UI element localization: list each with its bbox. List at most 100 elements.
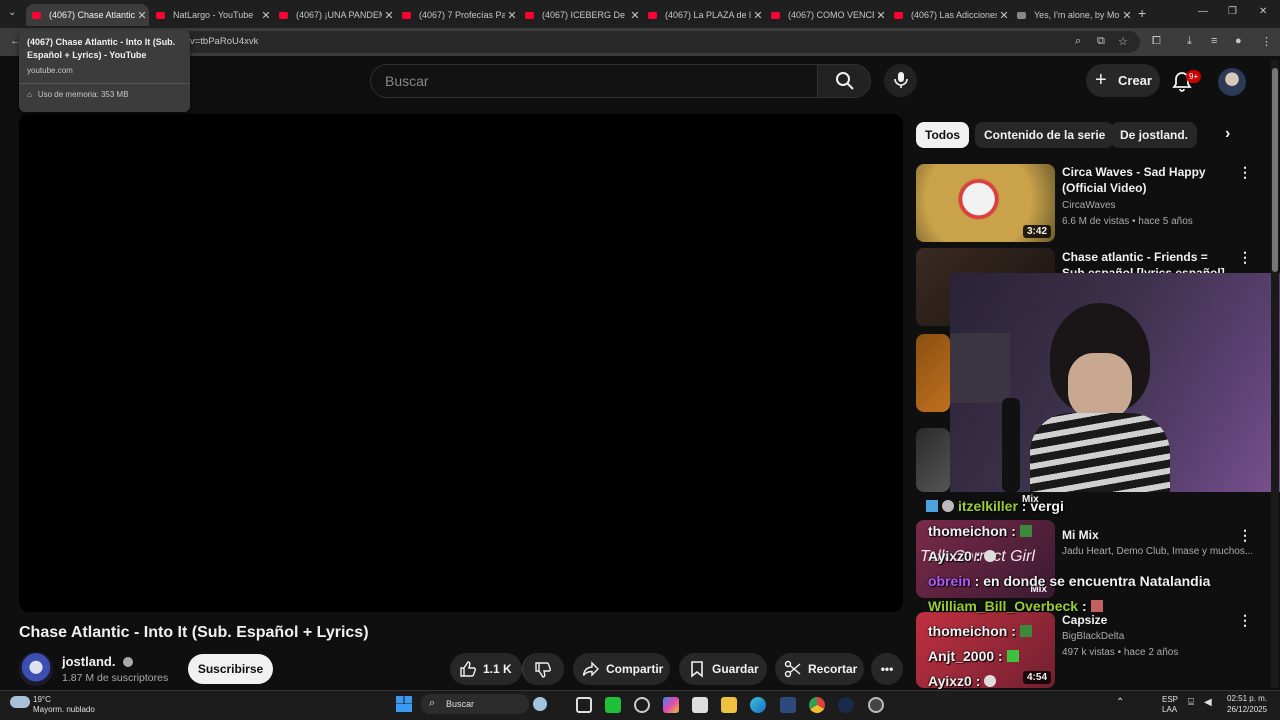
tab-profecias[interactable]: (4067) 7 Profecías Para ✕ bbox=[396, 4, 519, 26]
windows-start-icon[interactable] bbox=[396, 696, 412, 712]
green-app-icon[interactable] bbox=[605, 697, 621, 713]
channel-name[interactable]: jostland. bbox=[62, 654, 134, 669]
copilot-icon[interactable] bbox=[663, 697, 679, 713]
tab-search-chevron-icon[interactable]: ⌄ bbox=[8, 7, 16, 18]
recommendation-thumbnail[interactable] bbox=[916, 428, 950, 492]
browser-menu-icon[interactable]: ⋮ bbox=[1261, 35, 1272, 48]
weather-temperature[interactable]: 19°C bbox=[33, 695, 51, 704]
more-vertical-icon[interactable]: ⋮ bbox=[1238, 527, 1252, 544]
emote-icon bbox=[984, 675, 997, 687]
share-button[interactable]: Compartir bbox=[573, 653, 670, 685]
chips-next-chevron-icon[interactable]: › bbox=[1225, 125, 1230, 143]
taskbar-search-box[interactable]: ⌕ Buscar bbox=[421, 694, 547, 714]
youtube-favicon-icon bbox=[525, 11, 534, 19]
obs-recording-icon[interactable] bbox=[868, 697, 884, 713]
tab-yes-im-alone[interactable]: Yes, I'm alone, by Mo ✕ bbox=[1011, 4, 1134, 26]
create-button[interactable]: + Crear bbox=[1086, 64, 1160, 97]
more-actions-button[interactable]: ••• bbox=[871, 653, 903, 685]
like-button[interactable]: 1.1 K bbox=[450, 653, 522, 685]
voice-search-button[interactable] bbox=[884, 64, 917, 97]
recommendation-title[interactable]: Mi Mix bbox=[1062, 527, 1232, 543]
volume-icon[interactable]: ◀ bbox=[1204, 697, 1212, 708]
store-icon[interactable] bbox=[692, 697, 708, 713]
close-tab-icon[interactable]: ✕ bbox=[997, 9, 1011, 22]
tab-plaza[interactable]: (4067) La PLAZA de l ✕ bbox=[642, 4, 765, 26]
clock-time[interactable]: 02:51 p. m. bbox=[1227, 694, 1267, 703]
keyboard-layout[interactable]: LAA bbox=[1162, 705, 1177, 714]
page-scrollbar-thumb[interactable] bbox=[1272, 68, 1278, 272]
tab-iceberg[interactable]: (4067) ICEBERG De C ✕ bbox=[519, 4, 642, 26]
minimize-window-icon[interactable]: — bbox=[1198, 6, 1208, 17]
new-tab-button[interactable]: + bbox=[1138, 5, 1146, 21]
close-tab-icon[interactable]: ✕ bbox=[874, 9, 888, 22]
downloads-icon[interactable]: ⤓ bbox=[1187, 35, 1192, 48]
tab-adicciones[interactable]: (4067) Las Adicciones ✕ bbox=[888, 4, 1011, 26]
install-app-icon[interactable]: ⧉ bbox=[1097, 35, 1105, 48]
chip-todos[interactable]: Todos bbox=[916, 122, 970, 148]
tab-como-vence[interactable]: (4067) COMO VENCE ✕ bbox=[765, 4, 888, 26]
more-vertical-icon[interactable]: ⋮ bbox=[1238, 164, 1252, 181]
emote-icon bbox=[1006, 650, 1019, 662]
verified-badge-icon bbox=[123, 657, 134, 667]
close-tab-icon[interactable]: ✕ bbox=[135, 9, 149, 22]
search-input[interactable] bbox=[385, 73, 785, 89]
close-tab-icon[interactable]: ✕ bbox=[628, 9, 642, 22]
restore-window-icon[interactable]: ❐ bbox=[1228, 6, 1237, 17]
recommendation-channel[interactable]: BigBlackDelta bbox=[1062, 629, 1124, 645]
tray-overflow-chevron-icon[interactable]: ⌃ bbox=[1116, 697, 1124, 708]
weather-cloud-icon[interactable] bbox=[10, 696, 30, 708]
chrome-icon[interactable] bbox=[809, 697, 825, 713]
bookmark-star-icon[interactable]: ☆ bbox=[1118, 35, 1128, 48]
search-box[interactable] bbox=[370, 64, 818, 98]
file-explorer-icon[interactable] bbox=[721, 697, 737, 713]
clip-button[interactable]: Recortar bbox=[775, 653, 864, 685]
weather-description[interactable]: Mayorm. nublado bbox=[33, 705, 95, 714]
chip-series-content[interactable]: Contenido de la serie bbox=[975, 122, 1115, 148]
recommendation-title[interactable]: Circa Waves - Sad Happy (Official Video) bbox=[1062, 164, 1232, 196]
bookmark-icon bbox=[691, 661, 703, 678]
more-vertical-icon[interactable]: ⋮ bbox=[1238, 612, 1252, 629]
recommendation-title[interactable]: Chase atlantic - Friends = Sub español [… bbox=[1062, 249, 1232, 273]
user-avatar[interactable] bbox=[1218, 68, 1246, 96]
dislike-button[interactable] bbox=[522, 653, 564, 685]
search-button[interactable] bbox=[817, 64, 871, 98]
search-icon bbox=[836, 72, 854, 90]
zoom-icon[interactable]: ⌕ bbox=[1075, 35, 1081, 48]
xbox-icon[interactable] bbox=[634, 697, 650, 713]
clock-date[interactable]: 26/12/2025 bbox=[1227, 705, 1267, 714]
steam-icon[interactable] bbox=[838, 697, 854, 713]
close-window-icon[interactable]: ✕ bbox=[1259, 6, 1267, 17]
recommendation-channel[interactable]: CircaWaves bbox=[1062, 198, 1116, 214]
recommendation-title[interactable]: Capsize bbox=[1062, 612, 1232, 628]
keyboard-language[interactable]: ESP bbox=[1162, 695, 1178, 704]
network-icon[interactable]: ⌸ bbox=[1188, 697, 1194, 708]
more-vertical-icon[interactable]: ⋮ bbox=[1238, 249, 1252, 266]
video-player[interactable] bbox=[19, 114, 903, 612]
chip-from-channel[interactable]: De jostland. bbox=[1111, 122, 1198, 148]
close-tab-icon[interactable]: ✕ bbox=[1120, 9, 1134, 22]
recommendation-thumbnail[interactable] bbox=[916, 334, 950, 412]
task-view-icon[interactable] bbox=[576, 697, 592, 713]
hover-card-title: (4067) Chase Atlantic - Into It (Sub. Es… bbox=[27, 37, 176, 60]
subscribe-button[interactable]: Suscribirse bbox=[188, 654, 273, 684]
tab-chase-atlantic[interactable]: (4067) Chase Atlantic - Into It ✕ bbox=[26, 4, 149, 26]
profile-icon[interactable]: ● bbox=[1235, 35, 1242, 47]
extensions-icon[interactable]: ⧠ bbox=[1152, 35, 1161, 48]
snipping-tool-icon[interactable] bbox=[780, 697, 796, 713]
chat-username: Anjt_2000 bbox=[928, 648, 995, 664]
chat-username: obrein bbox=[928, 573, 971, 589]
close-tab-icon[interactable]: ✕ bbox=[505, 9, 519, 22]
media-queue-icon[interactable]: ≡ bbox=[1211, 35, 1217, 47]
memory-usage-text: Uso de memoria: 353 MB bbox=[37, 90, 129, 99]
save-button[interactable]: Guardar bbox=[679, 653, 767, 685]
tab-natlargo[interactable]: NatLargo - YouTube ✕ bbox=[150, 4, 273, 26]
recommendation-thumbnail[interactable]: 3:42 bbox=[916, 164, 1055, 242]
close-tab-icon[interactable]: ✕ bbox=[382, 9, 396, 22]
save-label: Guardar bbox=[712, 662, 759, 676]
tab-pandemia[interactable]: (4067) ¡UNA PANDEMIA ✕ bbox=[273, 4, 396, 26]
close-tab-icon[interactable]: ✕ bbox=[751, 9, 765, 22]
channel-avatar[interactable] bbox=[19, 652, 53, 686]
edge-icon[interactable] bbox=[750, 697, 766, 713]
address-bar[interactable]: v=tbPaRoU4xvk bbox=[30, 31, 1140, 53]
close-tab-icon[interactable]: ✕ bbox=[259, 9, 273, 22]
